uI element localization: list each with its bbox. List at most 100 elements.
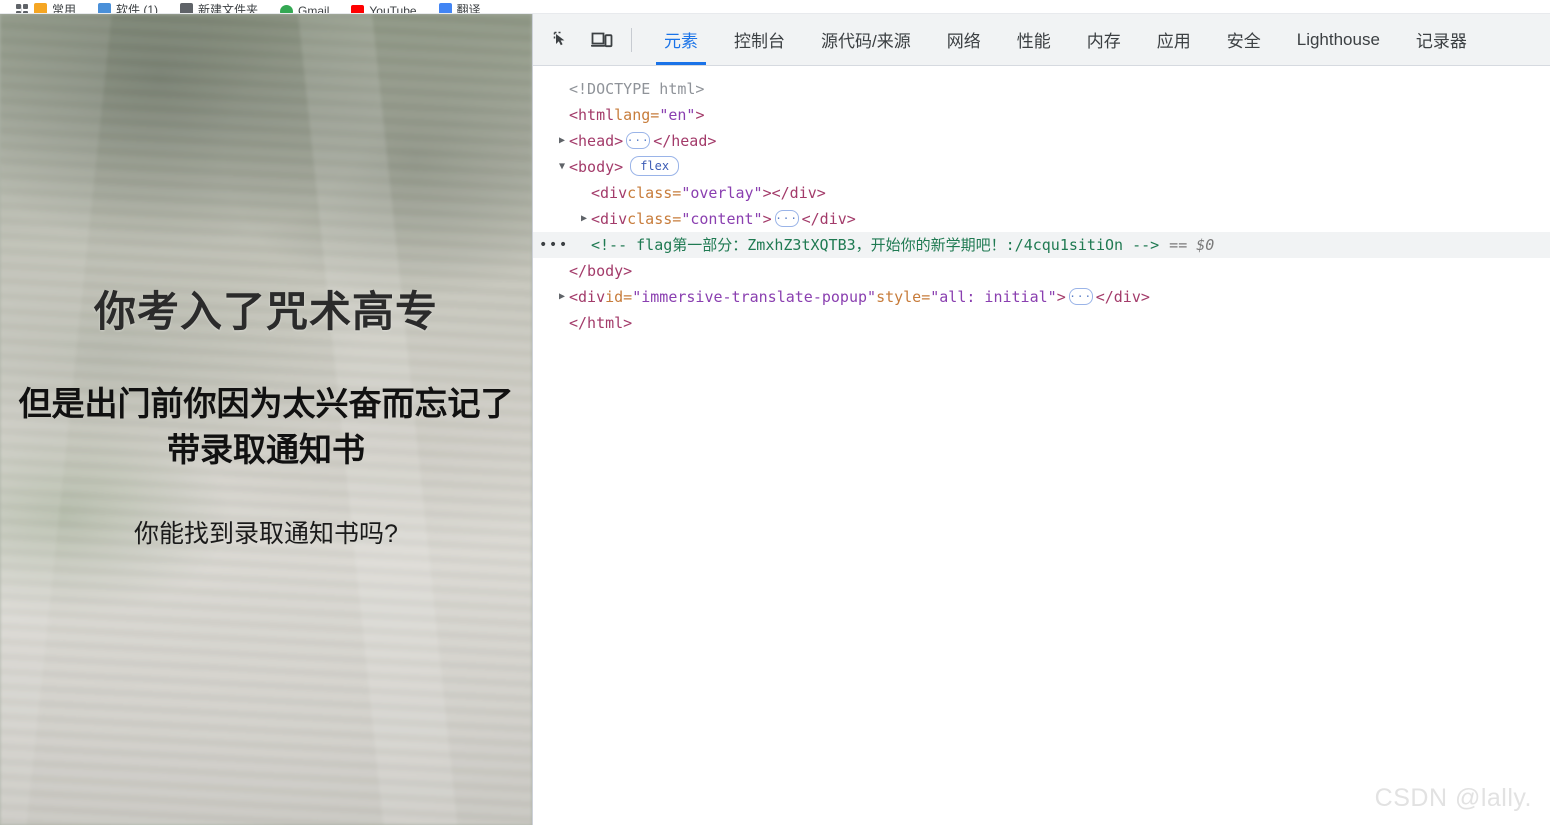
translate-icon [438, 3, 452, 13]
tab-console[interactable]: 控制台 [716, 14, 803, 65]
content-layer: 你考入了咒术高专 但是出门前你因为太兴奋而忘记了带录取通知书 你能找到录取通知书… [0, 14, 532, 825]
tab-label: 网络 [946, 32, 981, 51]
selected-node-marker: == $0 [1169, 236, 1215, 254]
expand-ellipsis-badge[interactable]: ··· [1068, 287, 1093, 305]
popup-id-attr-value: "immersive-translate-popup" [632, 288, 877, 306]
devtools-tabs: 元素 控制台 源代码/来源 网络 性能 内存 应用 安全 Lighthouse … [646, 14, 1550, 65]
overlay-close-bracket: > [762, 184, 772, 202]
page-viewport: 你考入了咒术高专 但是出门前你因为太兴奋而忘记了带录取通知书 你能找到录取通知书… [0, 14, 532, 825]
html-end-tag: </html> [569, 314, 633, 332]
popup-style-attr-value: "all: initial" [930, 288, 1057, 306]
devtools-toolbar-icons [533, 14, 646, 65]
expand-ellipsis-badge[interactable]: ··· [774, 209, 799, 227]
dom-node-html[interactable]: < html lang= "en" > [533, 102, 1550, 128]
devtools-panel: 元素 控制台 源代码/来源 网络 性能 内存 应用 安全 Lighthouse … [532, 14, 1550, 825]
tab-label: 源代码/来源 [821, 32, 911, 51]
bookmark-label: 软件 (1) [116, 3, 159, 14]
expand-ellipsis-badge[interactable]: ··· [626, 131, 651, 149]
page-question: 你能找到录取通知书吗? [134, 520, 398, 549]
bookmark-label: 新建文件夹 [198, 3, 259, 14]
html-close-bracket: > [695, 106, 705, 124]
inspect-element-icon[interactable] [547, 25, 577, 55]
toolbar-divider [631, 27, 632, 52]
gmail-icon [280, 4, 294, 13]
bookmark-item[interactable]: 软件 (1) [98, 1, 159, 14]
device-toolbar-icon[interactable] [587, 25, 617, 55]
tab-network[interactable]: 网络 [929, 14, 999, 65]
dom-node-body[interactable]: ▼ < body > flex [533, 154, 1550, 180]
bookmark-item[interactable]: 新建文件夹 [180, 1, 259, 14]
dom-tree[interactable]: <!DOCTYPE html> < html lang= "en" > ▶ < head… [533, 66, 1550, 825]
popup-open-bracket: < [569, 288, 579, 306]
folder-icon [98, 3, 112, 13]
tab-sources[interactable]: 源代码/来源 [803, 14, 929, 65]
chevron-down-icon[interactable]: ▼ [555, 154, 569, 180]
content-end-tag: </div> [801, 210, 856, 228]
overlay-attr-name: class= [627, 184, 682, 202]
head-end-tag: </head> [653, 132, 717, 150]
bookmark-item[interactable]: Gmail [280, 4, 330, 14]
body-tag-name: body [578, 158, 615, 176]
overlay-tag-name: div [600, 184, 628, 202]
head-close-bracket: > [614, 132, 624, 150]
tab-label: Lighthouse [1296, 29, 1380, 49]
chevron-right-icon[interactable]: ▶ [555, 128, 569, 154]
overlay-open-bracket: < [591, 184, 601, 202]
bookmark-label: Gmail [298, 4, 330, 14]
tab-memory[interactable]: 内存 [1069, 14, 1139, 65]
flex-badge[interactable]: flex [630, 156, 680, 176]
body-end-tag: </body> [569, 262, 633, 280]
dom-node-html-end[interactable]: </html> [533, 310, 1550, 336]
popup-style-attr-name: style= [876, 288, 931, 306]
head-open-bracket: < [569, 132, 579, 150]
tab-lighthouse[interactable]: Lighthouse [1279, 14, 1398, 65]
tab-recorder[interactable]: 记录器 [1398, 14, 1485, 65]
doctype-text: <!DOCTYPE html> [569, 80, 705, 98]
apps-grid-icon[interactable] [16, 4, 29, 13]
bookmark-label: 翻译 [456, 3, 481, 14]
dom-node-immersive-translate-popup[interactable]: ▶ < div id= "immersive-translate-popup" st… [533, 284, 1550, 310]
tab-label: 应用 [1156, 32, 1191, 51]
bookmark-item[interactable]: YouTube [351, 4, 417, 14]
tab-label: 元素 [664, 32, 698, 51]
html-open-bracket: < [569, 106, 579, 124]
bookmark-label: YouTube [369, 4, 417, 14]
bookmarks-divider [21, 5, 22, 13]
devtools-toolbar: 元素 控制台 源代码/来源 网络 性能 内存 应用 安全 Lighthouse … [533, 14, 1550, 66]
popup-end-tag: </div> [1095, 288, 1150, 306]
tab-label: 记录器 [1415, 32, 1467, 51]
page-title: 你考入了咒术高专 [93, 288, 438, 336]
page-subtitle: 但是出门前你因为太兴奋而忘记了带录取通知书 [18, 384, 514, 469]
dom-node-flag-comment[interactable]: ••• <!-- flag第一部分：ZmxhZ3tXQTB3，开始你的新学期吧！… [533, 232, 1550, 258]
body-open-bracket: < [569, 158, 579, 176]
dom-node-overlay[interactable]: < div class= "overlay" > </div> [533, 180, 1550, 206]
bookmarks-bar: 常用 软件 (1) 新建文件夹 Gmail YouTube 翻译 [0, 0, 1550, 14]
bookmark-item[interactable]: 翻译 [438, 1, 481, 14]
popup-tag-name: div [578, 288, 606, 306]
tab-application[interactable]: 应用 [1139, 14, 1209, 65]
content-close-bracket: > [762, 210, 772, 228]
popup-id-attr-name: id= [605, 288, 633, 306]
html-attr-name: lang= [614, 106, 660, 124]
tab-performance[interactable]: 性能 [999, 14, 1069, 65]
popup-close-bracket: > [1056, 288, 1066, 306]
flag-comment-text: <!-- flag第一部分：ZmxhZ3tXQTB3，开始你的新学期吧！:/4c… [591, 236, 1160, 254]
content-open-bracket: < [591, 210, 601, 228]
tab-elements[interactable]: 元素 [646, 14, 716, 65]
content-attr-value: "content" [681, 210, 763, 228]
tab-security[interactable]: 安全 [1209, 14, 1279, 65]
tab-label: 控制台 [734, 32, 785, 51]
folder-icon [180, 3, 194, 13]
more-options-icon[interactable]: ••• [539, 232, 569, 258]
body-close-bracket: > [614, 158, 624, 176]
dom-node-head[interactable]: ▶ < head > ··· </head> [533, 128, 1550, 154]
screenshot-root: 常用 软件 (1) 新建文件夹 Gmail YouTube 翻译 你考入了咒术高… [0, 0, 1550, 825]
bookmark-item[interactable]: 常用 [34, 1, 76, 13]
chevron-right-icon[interactable]: ▶ [555, 284, 569, 310]
head-tag-name: head [578, 132, 615, 150]
dom-node-content[interactable]: ▶ < div class= "content" > ··· </div> [533, 206, 1550, 232]
dom-node-body-end[interactable]: </body> [533, 258, 1550, 284]
chevron-right-icon[interactable]: ▶ [577, 206, 591, 232]
dom-node-doctype[interactable]: <!DOCTYPE html> [533, 76, 1550, 102]
tab-label: 内存 [1086, 32, 1121, 51]
